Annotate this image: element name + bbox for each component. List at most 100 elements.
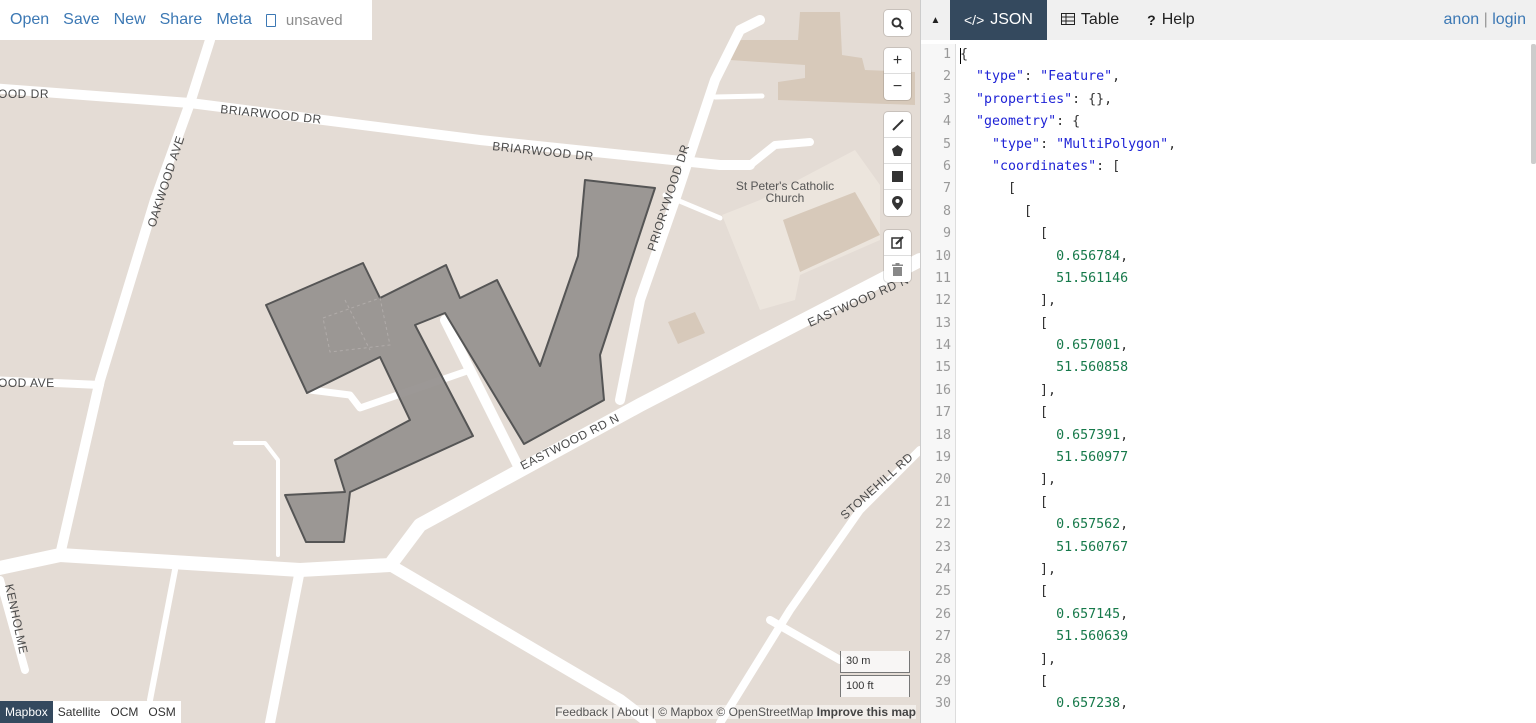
meta-button[interactable]: Meta <box>206 11 252 29</box>
code-line: ], <box>960 559 1176 581</box>
draw-line-button[interactable] <box>884 112 911 138</box>
json-string-token: "type" <box>992 136 1041 152</box>
json-punctuation-token: , <box>1120 427 1129 443</box>
line-number: 22 <box>934 517 951 533</box>
json-punctuation-token: [ <box>960 181 1017 197</box>
json-string-token: "properties" <box>976 91 1073 107</box>
editor-scrollbar[interactable] <box>1531 44 1536 164</box>
edit-control <box>884 230 911 282</box>
code-line: "properties": {}, <box>960 89 1176 111</box>
line-number: 30 <box>934 696 951 712</box>
code-line: 51.560858 <box>960 357 1176 379</box>
json-punctuation-token: : {}, <box>1072 91 1113 107</box>
line-number: 15 <box>934 360 951 376</box>
line-number: 9 <box>942 226 951 242</box>
json-punctuation-token: ], <box>960 472 1057 488</box>
caret-up-icon: ▲ <box>930 14 941 26</box>
tab-table[interactable]: Table <box>1047 0 1133 40</box>
json-number-token: 51.560858 <box>1056 360 1129 376</box>
osm-link[interactable]: © OpenStreetMap <box>716 705 813 719</box>
json-punctuation-token: [ <box>960 405 1049 421</box>
plus-icon: + <box>892 51 903 69</box>
text-cursor <box>960 48 961 64</box>
improve-map-link[interactable]: Improve this map <box>817 705 916 719</box>
draw-rectangle-button[interactable] <box>884 164 911 190</box>
json-punctuation-token: : <box>1040 136 1057 152</box>
zoom-control: + − <box>884 48 911 100</box>
feedback-link[interactable]: Feedback <box>555 705 608 719</box>
json-punctuation-token: ], <box>960 382 1057 398</box>
json-punctuation-token <box>960 629 1056 644</box>
line-number: 1 <box>942 47 951 62</box>
code-line: [ <box>960 492 1176 514</box>
code-line: [ <box>960 581 1176 603</box>
zoom-in-button[interactable]: + <box>884 48 911 74</box>
code-area[interactable]: { "type": "Feature", "properties": {}, "… <box>960 44 1176 716</box>
edit-layers-button[interactable] <box>884 230 911 256</box>
line-number: 2 <box>942 69 951 85</box>
delete-layers-button[interactable] <box>884 256 911 282</box>
login-link[interactable]: login <box>1492 11 1526 28</box>
tab-json[interactable]: </> JSON <box>950 0 1047 40</box>
json-punctuation-token: : { <box>1056 114 1081 130</box>
share-button[interactable]: Share <box>150 11 203 29</box>
table-icon <box>1060 12 1075 28</box>
new-button[interactable]: New <box>104 11 146 29</box>
map-search-button[interactable] <box>884 10 911 36</box>
draw-polygon-button[interactable] <box>884 138 911 164</box>
line-number: 10 <box>934 248 951 264</box>
minus-icon: − <box>892 78 903 95</box>
line-number: 7 <box>942 181 951 197</box>
about-link[interactable]: About <box>617 705 648 719</box>
map-canvas[interactable]: OOD DR BRIARWOOD DR BRIARWOOD DR OAKWOOD… <box>0 0 920 723</box>
line-icon <box>891 118 904 131</box>
basemap-satellite[interactable]: Satellite <box>53 701 106 723</box>
json-punctuation-token <box>960 696 1056 711</box>
code-line: ], <box>960 649 1176 671</box>
json-punctuation-token: [ <box>960 315 1049 331</box>
json-punctuation-token: [ <box>960 494 1049 510</box>
label-kenholme: KENHOLME <box>2 583 31 656</box>
basemap-osm[interactable]: OSM <box>143 701 180 723</box>
json-number-token: 0.657562 <box>1056 517 1121 533</box>
line-number: 29 <box>934 673 951 689</box>
code-line: ], <box>960 469 1176 491</box>
zoom-out-button[interactable]: − <box>884 74 911 100</box>
json-number-token: 51.560977 <box>1056 450 1129 466</box>
json-punctuation-token: , <box>1120 517 1129 533</box>
label-stonehill: STONEHILL RD <box>838 450 916 522</box>
basemap-ocm[interactable]: OCM <box>105 701 143 723</box>
line-number: 26 <box>934 606 951 622</box>
code-line: "type": "MultiPolygon", <box>960 134 1176 156</box>
editor-panel: ▲ </> JSON Table ? Help anon | login 1 2 3… <box>920 0 1536 723</box>
json-number-token: 0.657391 <box>1056 427 1121 443</box>
draw-marker-button[interactable] <box>884 190 911 216</box>
line-number: 27 <box>934 629 951 645</box>
save-button[interactable]: Save <box>53 11 99 29</box>
file-status: unsaved <box>256 12 343 29</box>
tab-help[interactable]: ? Help <box>1133 0 1208 40</box>
open-button[interactable]: Open <box>0 11 49 29</box>
json-punctuation-token <box>960 517 1056 532</box>
mapbox-link[interactable]: © Mapbox <box>658 705 713 719</box>
code-line: [ <box>960 201 1176 223</box>
line-number: 20 <box>934 472 951 488</box>
line-number: 16 <box>934 382 951 398</box>
code-line: ], <box>960 290 1176 312</box>
json-punctuation-token: [ <box>960 203 1033 219</box>
code-line: [ <box>960 402 1176 424</box>
json-punctuation-token <box>960 159 992 174</box>
user-separator: | <box>1483 11 1488 28</box>
code-line: 51.560767 <box>960 537 1176 559</box>
basemap-mapbox[interactable]: Mapbox <box>0 701 53 723</box>
line-number: 24 <box>934 561 951 577</box>
code-line: 51.560639 <box>960 626 1176 648</box>
anon-link[interactable]: anon <box>1444 11 1480 28</box>
json-editor[interactable]: 1 2 3 4 5 6 7 8 9 10 11 12 13 14 15 16 17 18 19 20 21 22 23 24 2… <box>921 44 1533 723</box>
collapse-panel-button[interactable]: ▲ <box>921 0 950 40</box>
line-number: 5 <box>942 136 951 152</box>
json-string-token: "coordinates" <box>992 158 1097 174</box>
json-punctuation-token: , <box>1120 338 1129 354</box>
json-punctuation-token <box>960 338 1056 353</box>
json-punctuation-token <box>960 450 1056 465</box>
